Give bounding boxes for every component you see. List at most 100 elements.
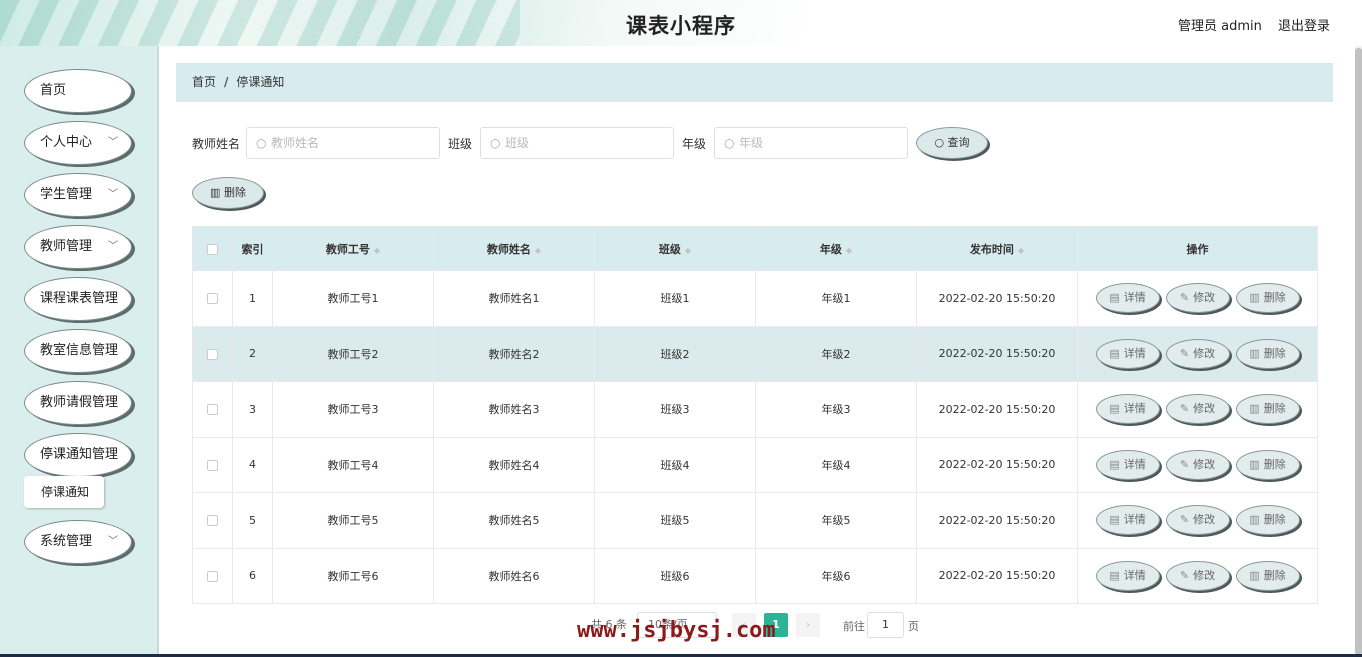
search-icon: ○: [490, 136, 501, 150]
grade-field[interactable]: ○: [714, 127, 908, 159]
detail-button[interactable]: ▤ 详情: [1095, 283, 1160, 314]
row-checkbox[interactable]: [207, 404, 218, 416]
detail-button[interactable]: ▤ 详情: [1095, 394, 1160, 425]
grade-input[interactable]: [739, 128, 899, 158]
row-select-cell[interactable]: [192, 270, 233, 327]
edit-button[interactable]: ✎ 修改: [1165, 505, 1230, 536]
delete-button[interactable]: ▥ 删除: [1235, 560, 1300, 591]
current-user: 管理员 admin: [1178, 19, 1262, 34]
scrollbar-thumb[interactable]: [1355, 48, 1362, 655]
breadcrumb: 首页 / 停课通知: [176, 63, 1333, 102]
grade-label: 年级: [682, 137, 707, 151]
delete-button[interactable]: ▥ 删除: [1235, 338, 1300, 369]
next-page-button[interactable]: ›: [796, 613, 820, 637]
row-checkbox[interactable]: [207, 293, 218, 305]
detail-button[interactable]: ▤ 详情: [1095, 338, 1160, 369]
row-select-cell[interactable]: [192, 547, 233, 604]
select-all-checkbox[interactable]: [207, 243, 218, 255]
teacher-name-field[interactable]: ○: [246, 127, 440, 159]
column-header-label: 发布时间: [969, 242, 1014, 256]
column-header-teacher-name[interactable]: 教师姓名 ◆: [433, 226, 595, 271]
edit-button[interactable]: ✎ 修改: [1165, 283, 1230, 314]
delete-button-label: 删除: [1263, 457, 1286, 471]
sidebar-item-student-management[interactable]: 学生管理 ﹀: [24, 173, 132, 217]
edit-button[interactable]: ✎ 修改: [1165, 560, 1230, 591]
app-title: 课表小程序: [626, 14, 736, 38]
cell-time: 2022-02-20 15:50:20: [916, 270, 1078, 327]
edit-button[interactable]: ✎ 修改: [1165, 338, 1230, 369]
detail-button[interactable]: ▤ 详情: [1095, 560, 1160, 591]
sidebar-item-label: 学生管理: [40, 187, 93, 202]
table-row: 2 教师工号2 教师姓名2 班级2 年级2 2022-02-20 15:50:20 ▤ 详情 ✎…: [192, 325, 1318, 382]
row-checkbox[interactable]: [207, 570, 218, 582]
app-header: 课表小程序 管理员 admin 退出登录: [0, 0, 1362, 46]
class-label: 班级: [448, 137, 473, 151]
edit-button[interactable]: ✎ 修改: [1165, 394, 1230, 425]
column-header-label: 教师工号: [325, 242, 370, 256]
vertical-scrollbar[interactable]: [1355, 46, 1362, 657]
sidebar-item-home[interactable]: 首页: [24, 69, 132, 113]
detail-button[interactable]: ▤ 详情: [1095, 449, 1160, 480]
delete-button[interactable]: ▥ 删除: [1235, 449, 1300, 480]
select-all-cell[interactable]: [192, 226, 233, 271]
sidebar-item-teacher-leave[interactable]: 教师请假管理: [24, 381, 132, 425]
teacher-name-input[interactable]: [271, 128, 431, 158]
cell-actions: ▤ 详情 ✎ 修改 ▥ 删除: [1077, 436, 1318, 493]
sidebar-item-label: 首页: [40, 83, 67, 98]
row-checkbox[interactable]: [207, 348, 218, 360]
cell-index: 1: [232, 270, 273, 327]
row-checkbox[interactable]: [207, 459, 218, 471]
row-checkbox[interactable]: [207, 515, 218, 527]
column-header-label: 年级: [819, 242, 842, 256]
cell-grade: 年级1: [755, 270, 917, 327]
sidebar-item-course-schedule[interactable]: 课程课表管理: [24, 277, 132, 321]
edit-button-label: 修改: [1193, 457, 1216, 471]
delete-button-label: 删除: [1263, 402, 1286, 416]
goto-label: 前往: [843, 620, 865, 633]
sidebar-item-system-management[interactable]: 系统管理 ﹀: [24, 520, 132, 564]
sidebar-item-class-suspension[interactable]: 停课通知管理: [24, 433, 132, 477]
column-header-class[interactable]: 班级 ◆: [594, 226, 756, 271]
document-icon: ▤: [1109, 346, 1120, 360]
column-header-teacher-id[interactable]: 教师工号 ◆: [272, 226, 434, 271]
goto-page-input[interactable]: 1: [867, 612, 904, 638]
sort-icon[interactable]: ◆: [685, 246, 691, 255]
sidebar-item-personal-center[interactable]: 个人中心 ﹀: [24, 121, 132, 165]
delete-button[interactable]: ▥ 删除: [1235, 394, 1300, 425]
cell-index: 6: [232, 547, 273, 604]
cell-class: 班级1: [594, 270, 756, 327]
row-select-cell[interactable]: [192, 436, 233, 493]
cell-grade: 年级3: [755, 381, 917, 438]
row-select-cell[interactable]: [192, 381, 233, 438]
sidebar-item-teacher-management[interactable]: 教师管理 ﹀: [24, 225, 132, 269]
cell-teacher-name: 教师姓名6: [433, 547, 595, 604]
query-button[interactable]: ○ 查询: [916, 127, 988, 159]
sort-icon[interactable]: ◆: [846, 246, 852, 255]
delete-button[interactable]: ▥ 删除: [1235, 505, 1300, 536]
row-select-cell[interactable]: [192, 492, 233, 549]
column-header-label: 教师姓名: [486, 242, 531, 256]
delete-button[interactable]: ▥ 删除: [1235, 283, 1300, 314]
class-input[interactable]: [505, 128, 665, 158]
table-row: 5 教师工号5 教师姓名5 班级5 年级5 2022-02-20 15:50:20 ▤ 详情 ✎…: [192, 492, 1318, 549]
breadcrumb-home[interactable]: 首页: [192, 75, 216, 89]
sidebar-item-classroom-info[interactable]: 教室信息管理: [24, 329, 132, 373]
detail-button-label: 详情: [1123, 402, 1146, 416]
edit-button-label: 修改: [1193, 402, 1216, 416]
column-header-grade[interactable]: 年级 ◆: [755, 226, 917, 271]
edit-button[interactable]: ✎ 修改: [1165, 449, 1230, 480]
column-header-time[interactable]: 发布时间 ◆: [916, 226, 1078, 271]
sort-icon[interactable]: ◆: [374, 246, 380, 255]
search-icon: ○: [256, 136, 267, 150]
logout-link[interactable]: 退出登录: [1278, 15, 1330, 34]
sort-icon[interactable]: ◆: [1018, 246, 1024, 255]
table-row: 6 教师工号6 教师姓名6 班级6 年级6 2022-02-20 15:50:20 ▤ 详情 ✎…: [192, 547, 1318, 604]
search-icon: ○: [934, 136, 945, 149]
sort-icon[interactable]: ◆: [535, 246, 541, 255]
class-field[interactable]: ○: [480, 127, 674, 159]
submenu-item-suspension-notice[interactable]: 停课通知: [24, 476, 104, 508]
batch-delete-button[interactable]: ▥ 删除: [192, 177, 264, 209]
detail-button[interactable]: ▤ 详情: [1095, 505, 1160, 536]
trash-icon: ▥: [210, 186, 221, 199]
row-select-cell[interactable]: [192, 325, 233, 382]
